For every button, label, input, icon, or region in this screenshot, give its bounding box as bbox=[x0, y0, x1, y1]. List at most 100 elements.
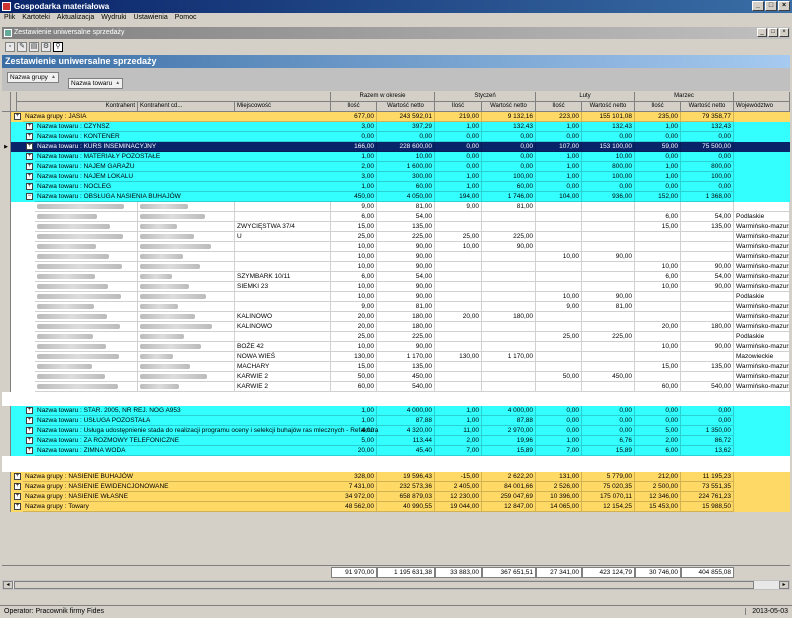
product-row[interactable]: − Nazwa towaru : OBSŁUGA NASIENIA BUHAJÓW… bbox=[2, 192, 790, 202]
row-indicator[interactable] bbox=[2, 436, 11, 446]
product-row[interactable]: + Nazwa towaru : Usługa udostępnienie sta… bbox=[2, 426, 790, 436]
detail-row[interactable]: KARWIE 2 50,00 450,00 50,00 450,00 Warmińsko-… bbox=[2, 372, 790, 382]
detail-row[interactable]: 9,00 81,00 9,00 81,00 bbox=[2, 202, 790, 212]
detail-row[interactable]: 10,00 90,00 10,00 90,00 Warmińsko-mazurs bbox=[2, 262, 790, 272]
scroll-thumb[interactable] bbox=[14, 581, 754, 589]
row-indicator[interactable] bbox=[2, 292, 11, 302]
col-styczen-ilosc[interactable]: Ilość bbox=[435, 102, 482, 112]
menu-ustawienia[interactable]: Ustawienia bbox=[133, 14, 167, 25]
expand-icon[interactable]: + bbox=[26, 183, 33, 190]
menu-pomoc[interactable]: Pomoc bbox=[175, 14, 197, 25]
expand-icon[interactable]: + bbox=[26, 427, 33, 434]
col-razem-wartosc[interactable]: Wartość netto bbox=[377, 102, 435, 112]
group-chip-nazwa-towaru[interactable]: Nazwa towaru ▲ bbox=[68, 78, 124, 89]
col-marzec-ilosc[interactable]: Ilość bbox=[635, 102, 681, 112]
row-indicator[interactable] bbox=[2, 252, 11, 262]
row-indicator[interactable] bbox=[2, 372, 11, 382]
horizontal-scrollbar[interactable]: ◂ ▸ bbox=[2, 580, 790, 590]
child-minimize-icon[interactable]: _ bbox=[757, 28, 767, 37]
detail-row[interactable]: KALINOWO 20,00 180,00 20,00 180,00 Warmińsko-… bbox=[2, 322, 790, 332]
detail-row[interactable]: SZYMBARK 10/11 6,00 54,00 6,00 54,00 Warmińsk… bbox=[2, 272, 790, 282]
row-indicator[interactable] bbox=[2, 332, 11, 342]
group-row[interactable]: + Nazwa grupy : JASIA 677,00 243 592,01 219,… bbox=[2, 112, 790, 122]
row-indicator[interactable] bbox=[2, 352, 11, 362]
row-indicator[interactable] bbox=[2, 222, 11, 232]
expand-icon[interactable]: + bbox=[26, 143, 33, 150]
row-indicator[interactable] bbox=[2, 262, 11, 272]
row-indicator[interactable] bbox=[2, 322, 11, 332]
expand-icon[interactable]: + bbox=[26, 133, 33, 140]
row-indicator[interactable] bbox=[2, 446, 11, 456]
detail-row[interactable]: 9,00 81,00 9,00 81,00 Warmińsko-mazurs bbox=[2, 302, 790, 312]
row-indicator[interactable] bbox=[2, 502, 11, 512]
detail-row[interactable]: SIEMKI 23 10,00 90,00 10,00 90,00 Warmińsko-m… bbox=[2, 282, 790, 292]
expand-icon[interactable]: + bbox=[26, 173, 33, 180]
collapse-icon[interactable]: − bbox=[26, 193, 33, 200]
col-luty-wartosc[interactable]: Wartość netto bbox=[582, 102, 635, 112]
scroll-left-icon[interactable]: ◂ bbox=[3, 581, 13, 589]
expand-icon[interactable]: + bbox=[26, 447, 33, 454]
col-kontrahent-cd[interactable]: Kontrahent cd... bbox=[138, 102, 235, 112]
detail-row[interactable]: KARWIE 2 60,00 540,00 60,00 540,00 Warmińsko-… bbox=[2, 382, 790, 392]
row-indicator[interactable] bbox=[2, 302, 11, 312]
col-styczen-wartosc[interactable]: Wartość netto bbox=[482, 102, 536, 112]
expand-icon[interactable]: + bbox=[14, 473, 21, 480]
row-indicator[interactable] bbox=[2, 382, 11, 392]
detail-row[interactable]: 25,00 225,00 25,00 225,00 Podlaskie bbox=[2, 332, 790, 342]
row-indicator[interactable] bbox=[2, 152, 11, 162]
group-row[interactable]: + Nazwa grupy : Towary 48 562,00 40 990,55 1… bbox=[2, 502, 790, 512]
group-chip-nazwa-grupy[interactable]: Nazwa grupy ▲ bbox=[7, 72, 59, 83]
search-icon[interactable]: ⚲ bbox=[53, 42, 63, 52]
maximize-icon[interactable]: □ bbox=[765, 1, 777, 11]
scroll-right-icon[interactable]: ▸ bbox=[779, 581, 789, 589]
row-indicator[interactable] bbox=[2, 492, 11, 502]
product-row[interactable]: + Nazwa towaru : ZIMNA WODA 20,00 45,40 7,00… bbox=[2, 446, 790, 456]
product-row[interactable]: + Nazwa towaru : CZYNSZ 3,00 397,29 1,00 132,… bbox=[2, 122, 790, 132]
row-indicator[interactable] bbox=[2, 472, 11, 482]
row-indicator[interactable] bbox=[2, 232, 11, 242]
menu-wydruki[interactable]: Wydruki bbox=[101, 14, 126, 25]
product-row[interactable]: + Nazwa towaru : NOCLEG 1,00 60,00 1,00 60,00… bbox=[2, 182, 790, 192]
detail-row[interactable]: ZWYCIĘSTWA 37/4 15,00 135,00 15,00 135,00 War… bbox=[2, 222, 790, 232]
detail-row[interactable]: NOWA WIEŚ 130,00 1 170,00 130,00 1 170,00 Maz… bbox=[2, 352, 790, 362]
close-icon[interactable]: × bbox=[778, 1, 790, 11]
product-row[interactable]: + Nazwa towaru : STAR. 2005, NR REJ. NOG … bbox=[2, 406, 790, 416]
detail-row[interactable]: 10,00 90,00 10,00 90,00 Warmińsko-mazurs bbox=[2, 252, 790, 262]
detail-row[interactable]: 6,00 54,00 6,00 54,00 Podlaskie bbox=[2, 212, 790, 222]
row-indicator[interactable] bbox=[2, 242, 11, 252]
expand-icon[interactable]: + bbox=[14, 483, 21, 490]
col-marzec-wartosc[interactable]: Wartość netto bbox=[681, 102, 734, 112]
expand-icon[interactable]: + bbox=[14, 493, 21, 500]
row-indicator[interactable] bbox=[2, 172, 11, 182]
col-group-luty[interactable]: Luty bbox=[536, 92, 635, 102]
col-group-styczen[interactable]: Styczeń bbox=[435, 92, 536, 102]
menu-kartoteki[interactable]: Kartoteki bbox=[22, 14, 50, 25]
detail-row[interactable]: MACHARY 15,00 135,00 15,00 135,00 Warmińsko-m… bbox=[2, 362, 790, 372]
expand-icon[interactable]: + bbox=[26, 163, 33, 170]
col-luty-ilosc[interactable]: Ilość bbox=[536, 102, 582, 112]
col-miejscowosc[interactable]: Miejscowość bbox=[235, 102, 331, 112]
detail-row[interactable]: U 25,00 225,00 25,00 225,00 Warmińsko-mazurs bbox=[2, 232, 790, 242]
col-razem-ilosc[interactable]: Ilość bbox=[331, 102, 377, 112]
row-indicator[interactable] bbox=[2, 182, 11, 192]
col-wojewodztwo[interactable]: Województwo bbox=[734, 102, 790, 112]
menu-aktualizacja[interactable]: Aktualizacja bbox=[57, 14, 94, 25]
product-row[interactable]: + Nazwa towaru : KONTENER 0,00 0,00 0,00 0,00… bbox=[2, 132, 790, 142]
product-row[interactable]: + Nazwa towaru : USŁUGA POZOSTAŁA 1,00 87,8… bbox=[2, 416, 790, 426]
row-indicator[interactable] bbox=[2, 406, 11, 416]
settings-icon[interactable]: ⚙ bbox=[41, 42, 51, 52]
col-group-marzec[interactable]: Marzec bbox=[635, 92, 734, 102]
row-indicator[interactable] bbox=[2, 112, 11, 122]
menu-plik[interactable]: Plik bbox=[4, 14, 15, 25]
detail-row[interactable]: 10,00 90,00 10,00 90,00 Warmińsko-mazurs bbox=[2, 242, 790, 252]
expand-icon[interactable]: + bbox=[26, 437, 33, 444]
product-row[interactable]: + Nazwa towaru : NAJEM LOKALU 3,00 300,00 1,… bbox=[2, 172, 790, 182]
row-indicator[interactable] bbox=[2, 272, 11, 282]
print-icon[interactable]: ▤ bbox=[29, 42, 39, 52]
row-indicator[interactable] bbox=[2, 426, 11, 436]
group-row[interactable]: + Nazwa grupy : NASIENIE BUHAJÓW 328,00 19 … bbox=[2, 472, 790, 482]
product-row[interactable]: ▶ + Nazwa towaru : KURS INSEMINACYJNY 166,0… bbox=[2, 142, 790, 152]
row-indicator[interactable] bbox=[2, 192, 11, 202]
expand-icon[interactable]: + bbox=[26, 123, 33, 130]
product-row[interactable]: + Nazwa towaru : MATERIAŁY POZOSTAŁE 1,00 1… bbox=[2, 152, 790, 162]
